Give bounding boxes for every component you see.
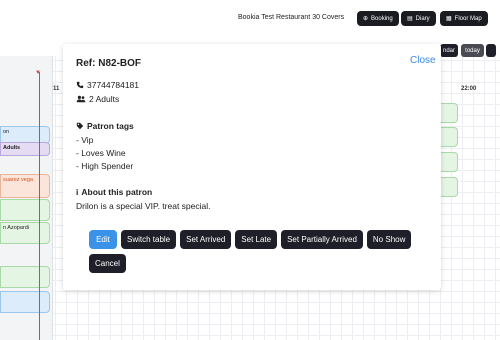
users-icon — [76, 95, 86, 103]
booking-button[interactable]: ⊕ Booking — [357, 11, 399, 26]
booking-button-label: Booking — [371, 15, 393, 22]
reservation-block[interactable] — [440, 103, 458, 123]
about-patron-heading: i About this patron — [76, 187, 152, 197]
patron-tag: - Loves Wine — [76, 148, 126, 158]
close-link[interactable]: Close — [410, 55, 436, 66]
reservation-block[interactable] — [440, 177, 458, 197]
diary-button[interactable]: ▤ Diary — [401, 11, 436, 26]
time-label: 22:00 — [461, 86, 477, 92]
plus-circle-icon: ⊕ — [363, 16, 369, 22]
book-icon: ▤ — [407, 16, 413, 22]
edit-button[interactable]: Edit — [89, 230, 117, 249]
no-show-button[interactable]: No Show — [366, 230, 412, 249]
set-partially-arrived-button[interactable]: Set Partially Arrived — [281, 230, 363, 249]
app-header: Bookia Test Restaurant 30 Covers ⊕ Booki… — [0, 0, 500, 38]
calendar-button[interactable]: ndar — [440, 44, 458, 57]
set-arrived-button[interactable]: Set Arrived — [180, 230, 232, 249]
restaurant-name: Bookia Test Restaurant 30 Covers — [238, 14, 345, 21]
patron-tags-title: Patron tags — [87, 121, 134, 131]
info-icon: i — [76, 187, 79, 197]
switch-table-button[interactable]: Switch table — [121, 230, 177, 249]
guest-count: 2 Adults — [89, 94, 120, 104]
current-time-marker-icon: ▼ — [35, 70, 41, 76]
about-patron-title: About this patron — [81, 187, 153, 197]
current-time-line — [39, 72, 40, 340]
patron-tags-heading: Patron tags — [76, 121, 134, 131]
reservation-block[interactable] — [0, 266, 50, 288]
floor-map-button-label: Floor Map — [454, 15, 482, 22]
reservation-block[interactable]: Adults — [0, 142, 50, 156]
cancel-button[interactable]: Cancel — [89, 254, 126, 273]
reservation-block[interactable]: n Azopardi — [0, 222, 50, 244]
about-patron-text: Drilon is a special VIP. treat special. — [76, 201, 211, 211]
phone-row: 37744784181 — [76, 80, 139, 90]
diary-button-label: Diary — [415, 15, 430, 22]
next-button[interactable] — [486, 44, 496, 57]
guests-row: 2 Adults — [76, 94, 119, 104]
reservation-block[interactable] — [0, 291, 50, 313]
reservation-block[interactable] — [440, 152, 458, 172]
action-buttons: Edit Switch table Set Arrived Set Late S… — [89, 230, 412, 249]
grid-icon: ▦ — [446, 16, 452, 22]
reservation-block[interactable] — [0, 199, 50, 221]
time-label: 11 — [53, 86, 60, 92]
reservation-ref: Ref: N82-BOF — [76, 58, 142, 69]
set-late-button[interactable]: Set Late — [235, 230, 278, 249]
patron-tag: - High Spender — [76, 161, 134, 171]
phone-number: 37744784181 — [87, 80, 140, 90]
reservation-modal: Ref: N82-BOF Close 37744784181 2 Adults … — [63, 44, 441, 290]
today-button[interactable]: today — [461, 44, 484, 57]
floor-map-button[interactable]: ▦ Floor Map — [440, 11, 488, 26]
reservation-block[interactable]: suarez vega — [0, 174, 50, 198]
tag-icon — [76, 122, 84, 130]
patron-tag: - Vip — [76, 135, 94, 145]
phone-icon — [76, 81, 84, 89]
reservation-block[interactable] — [440, 127, 458, 147]
